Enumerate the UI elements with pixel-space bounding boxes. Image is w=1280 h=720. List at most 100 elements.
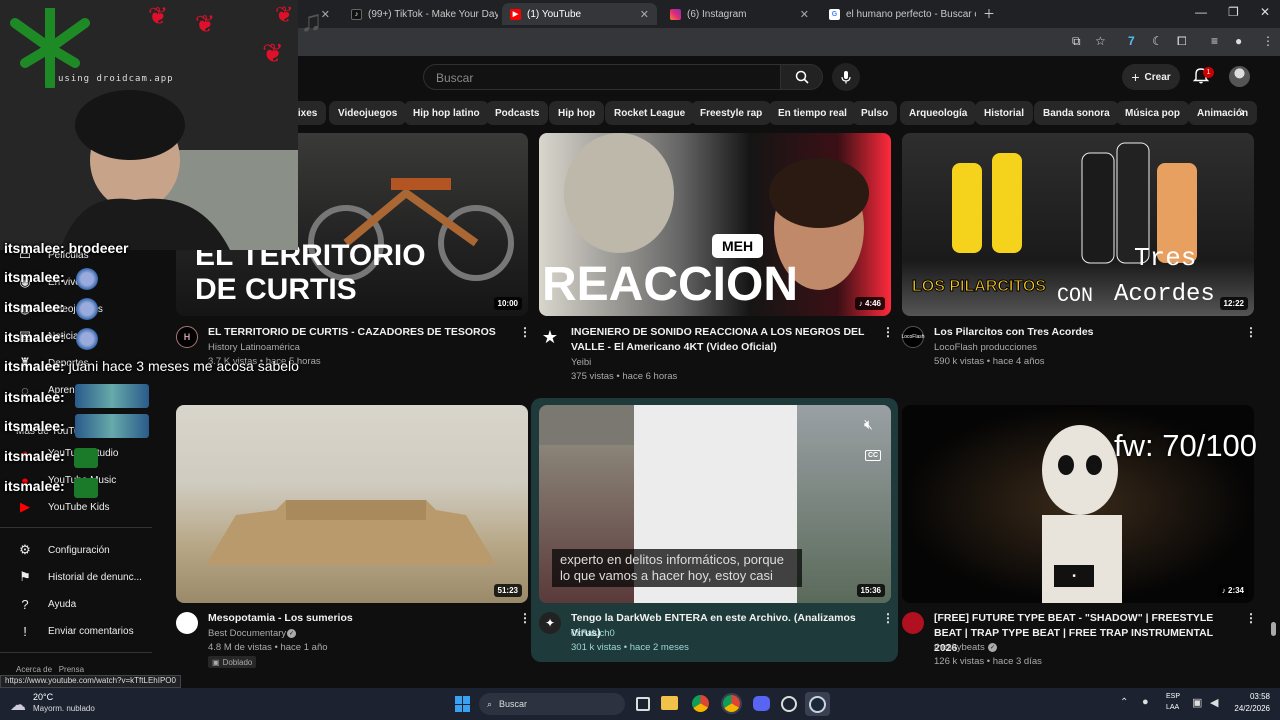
video-title[interactable]: Los Pilarcitos con Tres Acordes [934, 325, 1234, 340]
new-tab-icon[interactable]: ＋ [983, 5, 995, 22]
chat-message: itsmalee: [4, 389, 65, 405]
discord-icon[interactable] [753, 696, 770, 711]
chip-musica-pop[interactable]: Música pop [1116, 101, 1190, 125]
channel-name[interactable]: LocoFlash producciones [934, 342, 1037, 353]
channel-name[interactable]: Yeibi [571, 357, 591, 368]
channel-avatar[interactable] [176, 612, 198, 634]
clock-date[interactable]: 24/2/2026 [1220, 704, 1270, 713]
more-options-icon[interactable]: ⋮ [519, 611, 531, 625]
sidebar-item-configuracion[interactable]: ⚙ Configuración [0, 539, 150, 561]
video-title[interactable]: EL TERRITORIO DE CURTIS - CAZADORES DE T… [208, 325, 508, 340]
chip-historial[interactable]: Historial [975, 101, 1034, 125]
video-title[interactable]: Tengo la DarkWeb ENTERA en este Archivo.… [571, 611, 876, 641]
chrome-active-icon[interactable] [723, 695, 740, 712]
sidebar-item-ayuda[interactable]: ? Ayuda [0, 593, 150, 615]
close-window-icon[interactable]: ✕ [1260, 5, 1270, 19]
video-preview-player[interactable]: 🔇︎ CC experto en delitos informáticos, p… [539, 405, 891, 603]
extension-icon[interactable]: 7 [1128, 34, 1135, 48]
cast-icon[interactable]: ⧉ [1072, 34, 1081, 49]
sidebar-item-youtube-kids[interactable]: ▶ YouTube Kids [0, 496, 150, 518]
chip-animacion[interactable]: Animación [1188, 101, 1258, 125]
windows-start-icon[interactable] [455, 696, 471, 712]
task-view-icon[interactable] [636, 697, 650, 711]
sidebar-item-historial-denuncias[interactable]: ⚑ Historial de denunc... [0, 566, 150, 588]
chevron-up-icon[interactable]: ⌃ [1120, 697, 1128, 708]
channel-name[interactable]: Best Documentary [208, 628, 286, 639]
channel-name[interactable]: 0xFaluch0 [571, 628, 615, 639]
weather-temp[interactable]: 20°C [33, 692, 53, 702]
create-button[interactable]: + Crear [1122, 64, 1180, 90]
channel-avatar[interactable]: ✦ [539, 612, 561, 634]
sidebar-divider [0, 652, 152, 653]
clock-time[interactable]: 03:58 [1220, 692, 1270, 701]
more-options-icon[interactable]: ⋮ [1245, 325, 1257, 339]
channel-avatar[interactable]: LocoFlash [901, 326, 925, 348]
fw-counter: fw: 70/100 [1114, 428, 1258, 463]
search-button[interactable] [781, 64, 823, 90]
channel-avatar[interactable]: H [176, 326, 198, 348]
more-options-icon[interactable]: ⋮ [882, 325, 894, 339]
mute-icon[interactable]: 🔇︎ [864, 416, 873, 433]
screen: ✕ ♪ (99+) TikTok - Make Your Day ✕ ▶ (1)… [0, 0, 1280, 720]
account-avatar[interactable] [1229, 66, 1250, 87]
browser-tab-youtube[interactable]: ▶ (1) YouTube ✕ [502, 3, 657, 25]
file-explorer-icon[interactable] [661, 696, 678, 710]
bookmark-star-icon[interactable]: ☆ [1095, 34, 1106, 48]
more-options-icon[interactable]: ⋮ [519, 325, 531, 339]
steam-icon[interactable] [809, 696, 826, 713]
chip-banda-sonora[interactable]: Banda sonora [1034, 101, 1119, 125]
chip-hip-hop[interactable]: Hip hop [549, 101, 605, 125]
weather-desc[interactable]: Mayorm. nublado [33, 704, 95, 713]
chrome-icon[interactable] [692, 695, 709, 712]
reading-list-icon[interactable]: ≡ [1211, 34, 1218, 48]
chip-arqueologia[interactable]: Arqueología [900, 101, 977, 125]
microphone-icon[interactable]: ● [1142, 696, 1149, 708]
close-tab-icon[interactable]: ✕ [640, 8, 649, 21]
chat-message: itsmalee: [4, 299, 65, 315]
close-tab-icon[interactable]: ✕ [800, 8, 809, 21]
browser-tab-instagram[interactable]: (6) Instagram ✕ [662, 3, 817, 25]
channel-avatar[interactable] [902, 612, 924, 634]
volume-icon[interactable]: ◀ [1210, 696, 1218, 709]
sidebar-footer-links[interactable]: Acerca de Prensa [16, 665, 84, 674]
chip-podcasts[interactable]: Podcasts [486, 101, 549, 125]
verified-icon: ✓ [988, 643, 997, 652]
video-title[interactable]: INGENIERO DE SONIDO REACCIONA A LOS NEGR… [571, 325, 876, 355]
browser-tab-tiktok[interactable]: ♪ (99+) TikTok - Make Your Day ✕ [343, 3, 498, 25]
dark-mode-icon[interactable]: ☾ [1152, 34, 1163, 48]
captions-icon[interactable]: CC [865, 450, 882, 461]
chip-freestyle-rap[interactable]: Freestyle rap [691, 101, 772, 125]
channel-avatar[interactable]: ★ [539, 326, 561, 348]
chip-en-tiempo-real[interactable]: En tiempo real [769, 101, 856, 125]
puzzle-icon[interactable]: ⧠ [1177, 34, 1187, 49]
video-thumbnail[interactable]: 51:23 [176, 405, 528, 603]
profile-icon[interactable]: ● [1235, 34, 1242, 48]
maximize-icon[interactable]: ❐ [1228, 5, 1239, 19]
minimize-icon[interactable]: — [1195, 5, 1207, 19]
chip-pulso[interactable]: Pulso [852, 101, 898, 125]
chevron-right-icon[interactable]: › [1240, 103, 1245, 119]
video-title[interactable]: Mesopotamia - Los sumerios [208, 611, 508, 626]
sidebar-item-enviar-comentarios[interactable]: ! Enviar comentarios [0, 620, 150, 642]
menu-dots-icon[interactable]: ⋮ [1262, 34, 1274, 48]
page-scrollbar[interactable] [1271, 622, 1276, 636]
search-input[interactable]: Buscar [423, 64, 781, 90]
video-thumbnail[interactable]: LOS PILARCITOS Tres CON Acordes 12:22 [902, 133, 1254, 316]
taskbar-search[interactable]: ⌕ Buscar [479, 693, 625, 715]
more-options-icon[interactable]: ⋮ [882, 611, 894, 625]
chip-videojuegos[interactable]: Videojuegos [329, 101, 407, 125]
voice-search-button[interactable] [832, 63, 860, 91]
keyboard-language[interactable]: ESP [1166, 693, 1180, 700]
more-options-icon[interactable]: ⋮ [1245, 611, 1257, 625]
chip-hip-hop-latino[interactable]: Hip hop latino [404, 101, 489, 125]
app-icon[interactable] [781, 696, 797, 712]
search-icon: ⌕ [487, 698, 493, 709]
network-icon[interactable]: ▣ [1192, 696, 1202, 709]
channel-name[interactable]: History Latinoamérica [208, 342, 300, 353]
browser-tab-google[interactable]: G el humano perfecto - Buscar co ✕ [821, 3, 976, 25]
video-thumbnail[interactable]: MEH REACCION ♪ 4:46 [539, 133, 891, 316]
chip-rocket-league[interactable]: Rocket League [605, 101, 695, 125]
channel-name[interactable]: theskybeats [934, 642, 985, 653]
keyboard-layout[interactable]: LAA [1166, 704, 1179, 711]
video-meta: 375 vistas • hace 6 horas [571, 371, 678, 382]
